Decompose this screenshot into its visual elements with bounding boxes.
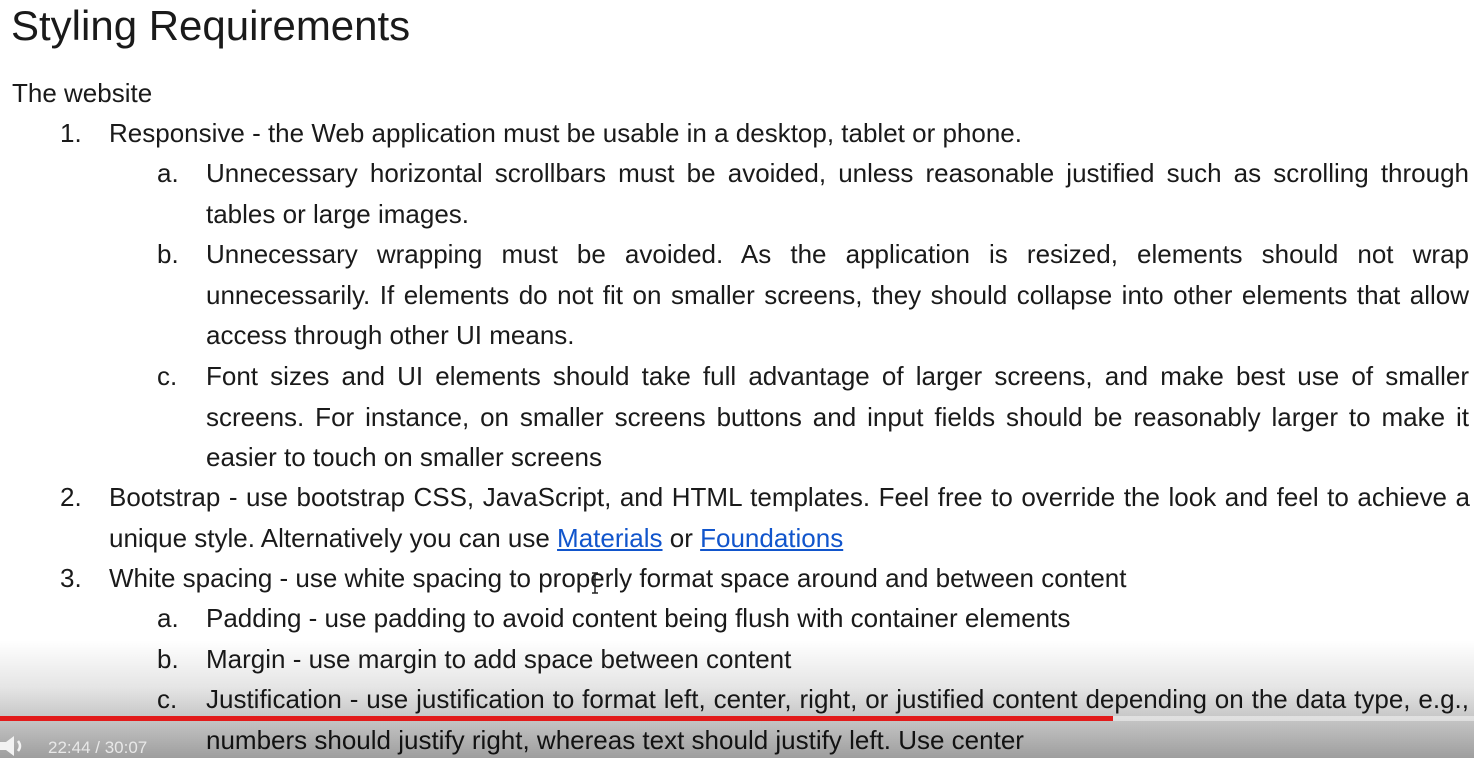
list-item: a. Unnecessary horizontal scrollbars mus…: [157, 153, 1469, 234]
list-item-text: Margin - use margin to add space between…: [206, 644, 792, 674]
video-time: 22:44 / 30:07: [48, 737, 147, 759]
list-item: b. Margin - use margin to add space betw…: [157, 639, 1469, 680]
list-item-text: Padding - use padding to avoid content b…: [206, 603, 1071, 633]
page-title: Styling Requirements: [11, 2, 411, 49]
list-item: a. Padding - use padding to avoid conten…: [157, 598, 1469, 639]
materials-link[interactable]: Materials: [557, 523, 662, 553]
list-item-text: Font sizes and UI elements should take f…: [206, 361, 1469, 472]
list-marker: a.: [157, 603, 179, 633]
list-item-text-part: or: [662, 522, 701, 553]
list-marker: 2.: [60, 482, 82, 512]
video-progress-fill: [0, 716, 1113, 721]
list-item-text: Responsive - the Web application must be…: [109, 118, 1022, 148]
list-item-text: Unnecessary wrapping must be avoided. As…: [206, 239, 1469, 350]
list-item: 2. Bootstrap - use bootstrap CSS, JavaSc…: [60, 477, 1470, 558]
text-cursor-icon: [592, 572, 598, 594]
list-item: c. Font sizes and UI elements should tak…: [157, 356, 1469, 478]
document-page: Styling Requirements The website 1. Resp…: [0, 0, 1474, 758]
list-marker: b.: [157, 239, 179, 269]
intro-text: The website: [12, 78, 153, 108]
list-item: b. Unnecessary wrapping must be avoided.…: [157, 234, 1469, 356]
list-item-text: Unnecessary horizontal scrollbars must b…: [206, 158, 1469, 229]
list-marker: a.: [157, 158, 179, 188]
time-current: 22:44: [48, 738, 91, 757]
list-marker: 1.: [60, 118, 82, 148]
volume-icon[interactable]: [0, 734, 30, 758]
list-item: 1. Responsive - the Web application must…: [60, 113, 1470, 154]
list-marker: 3.: [60, 563, 82, 593]
list-marker: c.: [157, 684, 178, 714]
list-item: 3. White spacing - use white spacing to …: [60, 558, 1470, 599]
foundations-link[interactable]: Foundations: [700, 523, 843, 553]
list-marker: b.: [157, 644, 179, 674]
time-total: 30:07: [104, 738, 148, 757]
list-item-text: White spacing - use white spacing to pro…: [109, 563, 1127, 593]
list-item-text: Bootstrap - use bootstrap CSS, JavaScrip…: [109, 477, 1470, 558]
video-progress-bar[interactable]: [0, 716, 1474, 721]
time-separator: /: [90, 738, 105, 757]
list-marker: c.: [157, 361, 178, 391]
